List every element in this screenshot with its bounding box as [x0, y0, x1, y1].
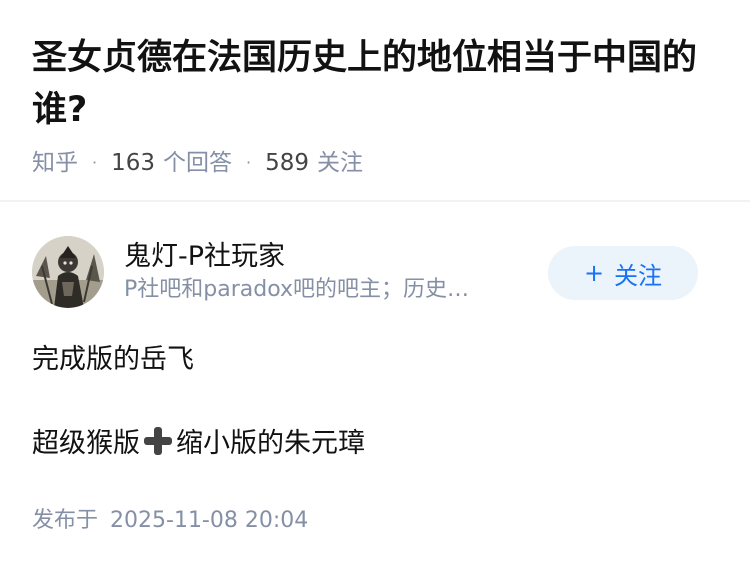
- author-bio: P社吧和paradox吧的吧主；历史…: [124, 277, 470, 302]
- meta-separator: ·: [246, 153, 252, 172]
- answer-page: 圣女贞德在法国历史上的地位相当于中国的谁? 知乎 · 163 个回答 · 589…: [0, 0, 750, 574]
- answer-count-label: 个回答: [163, 150, 232, 176]
- question-meta: 知乎 · 163 个回答 · 589 关注: [32, 148, 718, 178]
- question-header: 圣女贞德在法国历史上的地位相当于中国的谁? 知乎 · 163 个回答 · 589…: [0, 0, 750, 178]
- meta-separator: ·: [92, 153, 98, 172]
- plus-emoji-icon: [142, 425, 174, 457]
- section-divider: [0, 200, 750, 202]
- avatar-illustration-icon: [32, 236, 104, 308]
- paragraph-text: 超级猴版: [32, 428, 140, 459]
- answer-content: 完成版的岳飞 超级猴版 缩小版的朱元璋: [32, 340, 718, 464]
- follower-count-label: 关注: [317, 150, 363, 176]
- follower-count: 589: [265, 150, 309, 176]
- paragraph-text: 缩小版的朱元璋: [176, 428, 365, 459]
- answer-count: 163: [111, 150, 155, 176]
- plus-icon: +: [583, 259, 605, 287]
- author-card: 鬼灯-P社玩家 P社吧和paradox吧的吧主；历史… + 关注: [32, 236, 718, 308]
- follow-button[interactable]: + 关注: [548, 246, 698, 300]
- source-label[interactable]: 知乎: [32, 148, 78, 178]
- follow-button-label: 关注: [614, 261, 663, 290]
- author-name[interactable]: 鬼灯-P社玩家: [124, 239, 524, 275]
- question-title[interactable]: 圣女贞德在法国历史上的地位相当于中国的谁?: [32, 32, 718, 136]
- publish-label: 发布于: [32, 508, 99, 533]
- answer-paragraph: 超级猴版 缩小版的朱元璋: [32, 424, 718, 464]
- publish-info: 发布于 2025-11-08 20:04: [32, 506, 308, 536]
- avatar[interactable]: [32, 236, 104, 308]
- answer-paragraph: 完成版的岳飞: [32, 344, 194, 375]
- publish-time: 2025-11-08 20:04: [110, 508, 309, 533]
- author-info: 鬼灯-P社玩家 P社吧和paradox吧的吧主；历史…: [124, 239, 524, 305]
